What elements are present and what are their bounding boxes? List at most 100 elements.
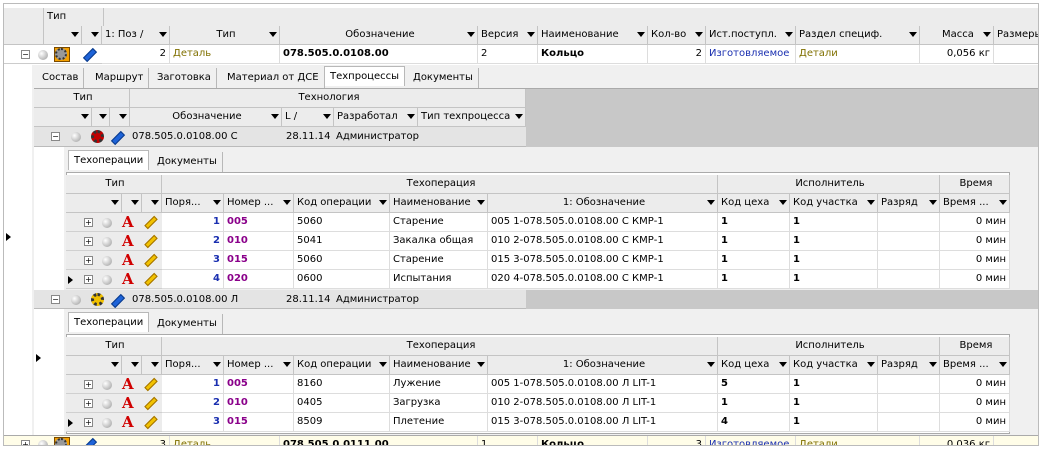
ops2-col-code-label: Код операции (297, 359, 372, 370)
op-cell-code: 0600 (294, 270, 390, 289)
operation-type-icon: A (122, 394, 134, 412)
op-cell-shop: 1 (718, 213, 790, 232)
ops1-col-grade-label: Разряд (881, 197, 918, 208)
process-2-gear-icon (91, 293, 104, 306)
col-designation[interactable]: Обозначение (280, 26, 478, 45)
col-source[interactable]: Ист.поступл. (706, 26, 796, 45)
ops2-col-shop[interactable]: Код цеха (718, 356, 790, 375)
process-2-tab-docs[interactable]: Документы (152, 314, 223, 334)
expand-toggle[interactable]: + (84, 218, 93, 227)
op-cell-area: 1 (790, 375, 878, 394)
ops1-col-order-label: Поря... (165, 197, 201, 208)
ops1-col-shop[interactable]: Код цеха (718, 194, 790, 213)
tech-col-type[interactable]: Тип техпроцесса (418, 108, 526, 127)
ops2-col-oboz[interactable]: 1: Обозначение (488, 356, 718, 375)
ops2-col-icon-1[interactable] (66, 356, 122, 375)
cell-version: 1 (478, 436, 538, 445)
tech-col-developer-label: Разработал (337, 111, 398, 122)
process-1-tab-docs[interactable]: Документы (152, 152, 223, 172)
ops2-col-time-label: Время ... (943, 359, 989, 370)
op-cell-time: 0 мин (940, 413, 1010, 432)
ops1-col-oboz[interactable]: 1: Обозначение (488, 194, 718, 213)
col-type-icon-2[interactable] (82, 26, 102, 45)
tech-col-designation[interactable]: Обозначение (130, 108, 282, 127)
tech-col-developer[interactable]: Разработал (334, 108, 418, 127)
ops1-col-number[interactable]: Номер ... (224, 194, 294, 213)
ops2-col-code[interactable]: Код операции (294, 356, 390, 375)
op-cell-code: 0405 (294, 394, 390, 413)
col-source-label: Ист.поступл. (709, 29, 777, 40)
process-2-collapse[interactable]: − (51, 295, 60, 304)
col-pos[interactable]: 1: Поз / (102, 26, 170, 45)
tab-zagotovka[interactable]: Заготовка (152, 68, 217, 88)
ops1-col-time[interactable]: Время ... (940, 194, 1010, 213)
tab-material[interactable]: Материал от ДСЕ (222, 68, 325, 88)
col-type-icon-1[interactable] (44, 26, 82, 45)
collapse-toggle[interactable]: − (21, 50, 30, 59)
table-row[interactable]: + 3 Деталь 078.505.0.0111.00 1 Кольцо 3 … (4, 435, 1038, 445)
cell-mass: 0,056 кг (920, 45, 994, 64)
tech-col-l[interactable]: L / (282, 108, 334, 127)
ops1-col-icon-3[interactable] (142, 194, 162, 213)
col-name[interactable]: Наименование (538, 26, 648, 45)
ops2-col-icon-2[interactable] (122, 356, 142, 375)
process-row-1[interactable]: − 078.505.0.0108.00 С 28.11.14 Администр… (34, 127, 526, 147)
col-mass[interactable]: Масса (920, 26, 994, 45)
ops2-col-grade[interactable]: Разряд (878, 356, 940, 375)
status-icon (102, 418, 112, 428)
ops1-col-grade[interactable]: Разряд (878, 194, 940, 213)
ops1-col-order[interactable]: Поря... (162, 194, 224, 213)
ops2-col-icon-3[interactable] (142, 356, 162, 375)
row-pointer-icon (36, 354, 41, 362)
process-1-collapse[interactable]: − (51, 132, 60, 141)
ops1-col-icon-1[interactable] (66, 194, 122, 213)
tech-col-icon-3[interactable] (110, 108, 130, 127)
part-icon (54, 47, 70, 62)
op-cell-name: Старение (390, 213, 488, 232)
ops2-group-type: Тип (66, 337, 162, 356)
header-blank-right (104, 8, 1038, 27)
ops1-col-code[interactable]: Код операции (294, 194, 390, 213)
ops2-col-order[interactable]: Поря... (162, 356, 224, 375)
col-version[interactable]: Версия (478, 26, 538, 45)
process-2-tab-ops[interactable]: Техоперации (68, 312, 150, 332)
ops1-col-oboz-label: 1: Обозначение (562, 197, 646, 208)
tech-group-type: Тип (34, 89, 130, 108)
ops2-col-time[interactable]: Время ... (940, 356, 1010, 375)
process-1-tab-ops[interactable]: Техоперации (68, 150, 150, 170)
tech-col-icon-1[interactable] (34, 108, 92, 127)
tech-col-icon-2[interactable] (92, 108, 110, 127)
table-row[interactable]: − 2 Деталь 078.505.0.0108.00 2 Кольцо 2 … (4, 45, 1038, 64)
op-cell-oboz: 020 4-078.505.0.0108.00 С КМР-1 (488, 270, 718, 289)
col-size[interactable]: Размеры (994, 26, 1038, 45)
ops1-col-name[interactable]: Наименование (390, 194, 488, 213)
expand-toggle[interactable]: + (84, 237, 93, 246)
tab-techprocesses[interactable]: Техпроцессы (324, 66, 406, 86)
ops1-group-time: Время (940, 175, 1010, 194)
tech-grid-empty (526, 89, 1038, 147)
expand-toggle[interactable]: + (84, 256, 93, 265)
expand-toggle[interactable]: + (84, 275, 93, 284)
process-2-designation: 078.505.0.0108.00 Л (132, 294, 239, 305)
expand-toggle[interactable]: + (84, 399, 93, 408)
expand-toggle[interactable]: + (84, 418, 93, 427)
cell-qty: 2 (648, 45, 706, 64)
tab-marshrut[interactable]: Маршрут (90, 68, 150, 88)
ops2-col-name[interactable]: Наименование (390, 356, 488, 375)
tab-documents[interactable]: Документы (408, 68, 479, 88)
col-type[interactable]: Тип (170, 26, 280, 45)
process-row-2[interactable]: − 078.505.0.0108.00 Л 28.11.14 Администр… (34, 290, 526, 309)
ops1-col-icon-2[interactable] (122, 194, 142, 213)
op-cell-name: Старение (390, 251, 488, 270)
op-cell-name: Закалка общая (390, 232, 488, 251)
ops2-col-area[interactable]: Код участка (790, 356, 878, 375)
tab-sostav[interactable]: Состав (37, 68, 85, 88)
op-cell-code: 5060 (294, 213, 390, 232)
ops1-col-area[interactable]: Код участка (790, 194, 878, 213)
expand-toggle[interactable]: + (21, 440, 30, 445)
col-section[interactable]: Раздел специф. (796, 26, 920, 45)
expand-toggle[interactable]: + (84, 380, 93, 389)
ops2-col-number[interactable]: Номер ... (224, 356, 294, 375)
col-qty[interactable]: Кол-во (648, 26, 706, 45)
part-icon (54, 437, 70, 445)
